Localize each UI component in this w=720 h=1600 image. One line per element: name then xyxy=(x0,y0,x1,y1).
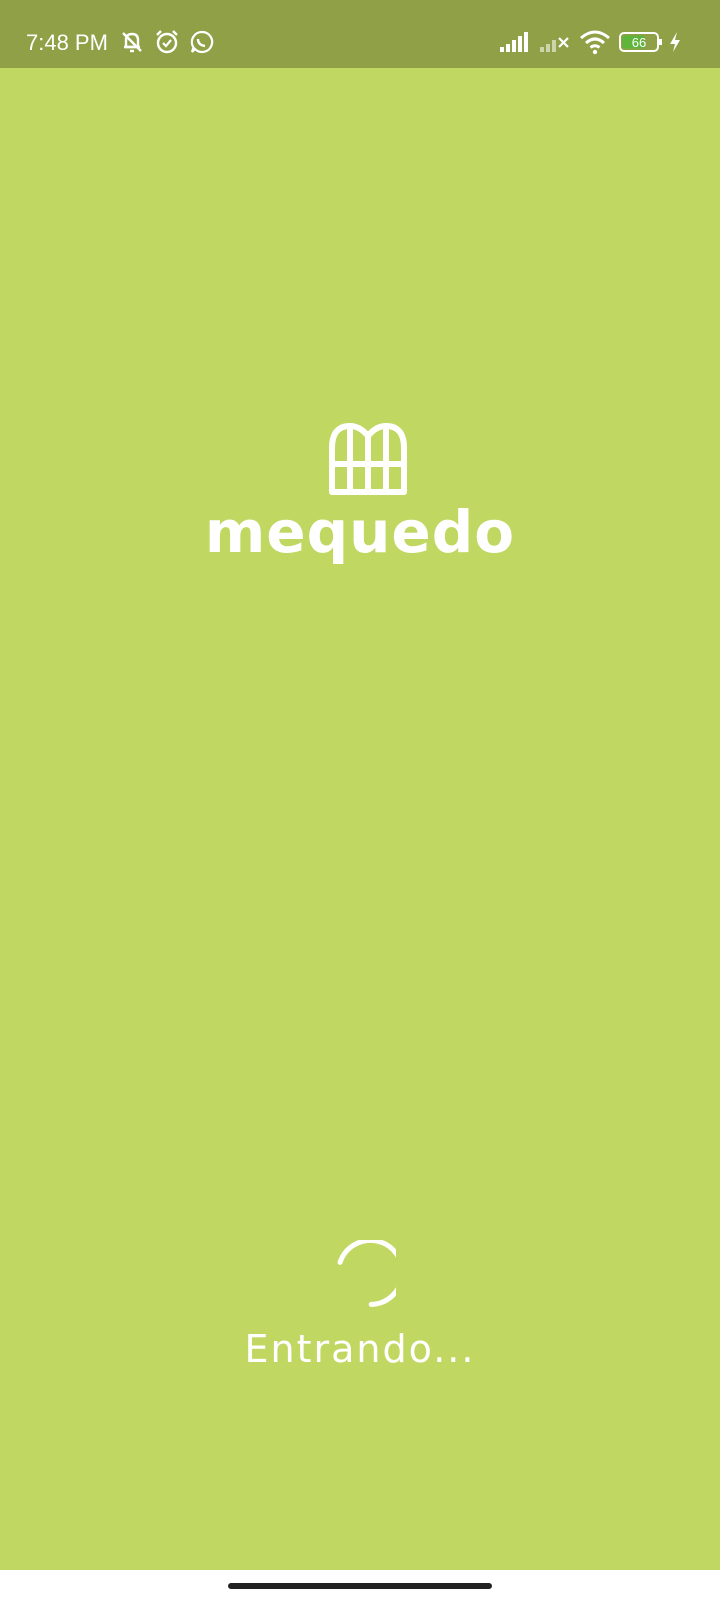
charging-icon xyxy=(666,28,684,56)
splash-screen: 7:48 PM 66 mequedo Entrando... xyxy=(0,0,720,1600)
loading-spinner-icon xyxy=(324,1237,405,1312)
battery-icon: 66 xyxy=(618,28,666,56)
app-logo: mequedo xyxy=(0,420,720,580)
status-time: 7:48 PM xyxy=(26,30,108,55)
loading-text: Entrando... xyxy=(244,1327,476,1371)
status-bar: 7:48 PM 66 xyxy=(0,0,720,68)
wifi-icon xyxy=(578,28,612,56)
alarm-icon xyxy=(153,28,181,56)
navigation-bar xyxy=(0,1570,720,1600)
battery-level: 66 xyxy=(632,35,646,50)
signal-icon xyxy=(498,28,532,56)
muted-notification-icon xyxy=(118,28,146,56)
logo-wordmark: mequedo xyxy=(204,498,516,566)
window-icon xyxy=(326,420,410,500)
signal-no-service-icon xyxy=(538,28,572,56)
whatsapp-icon xyxy=(188,28,216,56)
home-indicator[interactable] xyxy=(228,1583,492,1589)
